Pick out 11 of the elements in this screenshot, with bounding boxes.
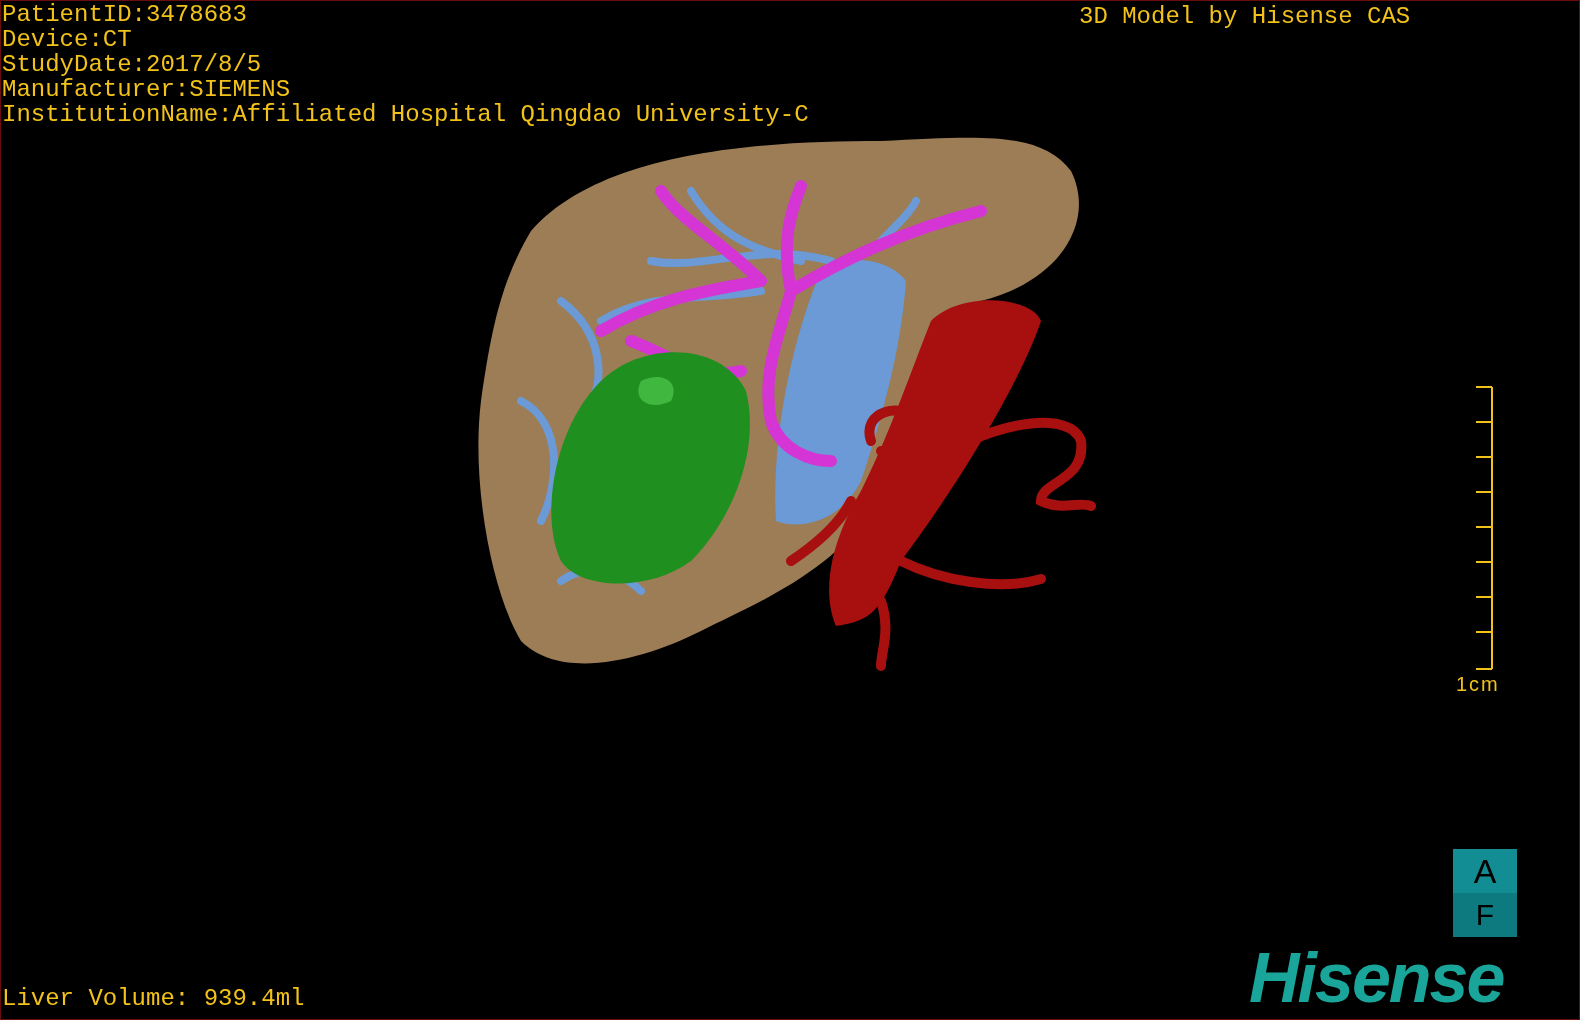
liver-volume-text: Liver Volume: 939.4ml bbox=[2, 985, 305, 1013]
scale-label: 1cm bbox=[1456, 673, 1500, 695]
patient-info-text: InstitutionName:Affiliated Hospital Qingdao University-C bbox=[2, 102, 809, 127]
patient-info-text: Device:CT bbox=[2, 27, 133, 52]
patient-info-text: PatientID:3478683 bbox=[2, 2, 248, 27]
orientation-face-button[interactable]: A bbox=[1453, 849, 1517, 893]
brand-logo: Hisense bbox=[1249, 941, 1504, 1015]
patient-info-text: Manufacturer:SIEMENS bbox=[2, 77, 292, 102]
patient-info-text: StudyDate:2017/8/5 bbox=[2, 52, 263, 77]
orientation-face-button[interactable]: F bbox=[1453, 893, 1517, 937]
model-credit-text: 3D Model by Hisense CAS bbox=[1079, 3, 1411, 31]
